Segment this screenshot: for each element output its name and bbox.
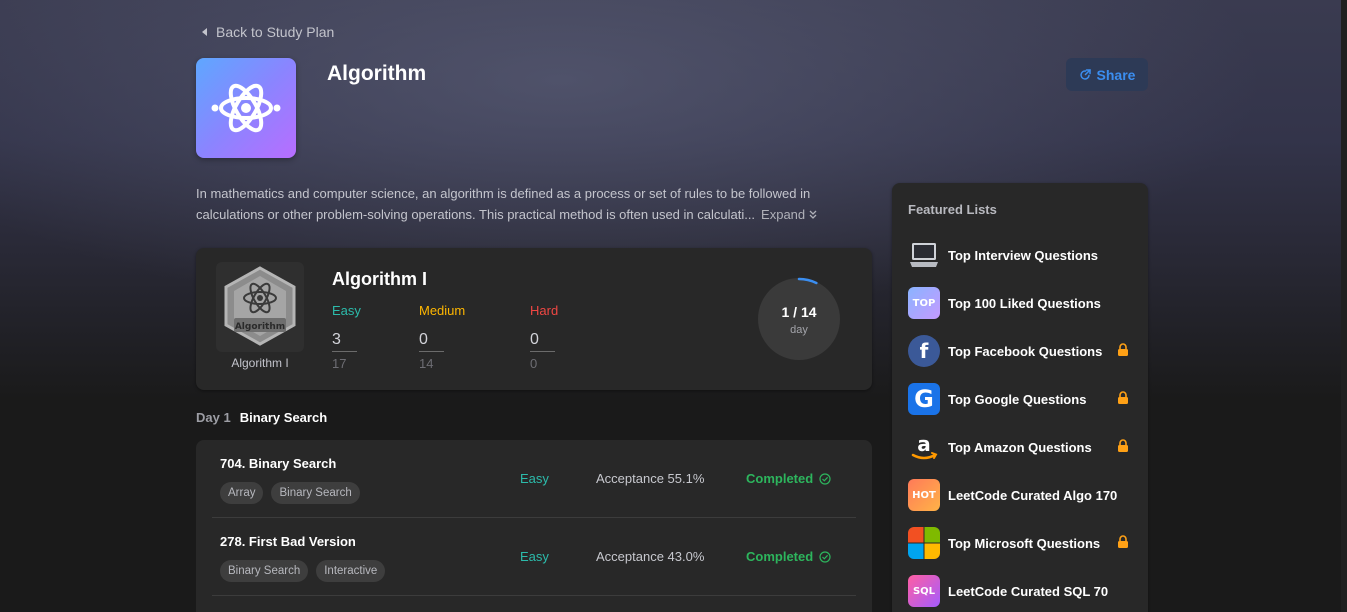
- microsoft-icon: [908, 527, 940, 559]
- plan-progress-card: Algorithm Algorithm I Algorithm I Easy 3…: [196, 248, 872, 390]
- lock-icon: [1118, 535, 1128, 548]
- featured-lists-title: Featured Lists: [908, 202, 997, 217]
- svg-text:a: a: [917, 432, 931, 456]
- question-difficulty: Easy: [520, 549, 549, 564]
- question-row[interactable]: 278. First Bad Version Binary Search Int…: [212, 518, 856, 596]
- featured-item-top-interview[interactable]: Top Interview Questions: [908, 231, 1138, 279]
- status-label: Completed: [746, 549, 814, 564]
- medium-stat: Medium 0 14: [419, 303, 466, 371]
- featured-item-curated-algo-170[interactable]: HOT LeetCode Curated Algo 170: [908, 471, 1138, 519]
- question-tags: Array Binary Search: [220, 482, 360, 504]
- hard-done: 0: [530, 331, 555, 352]
- easy-label: Easy: [332, 303, 361, 318]
- easy-total: 17: [332, 356, 347, 371]
- share-button[interactable]: Share: [1066, 58, 1148, 91]
- featured-item-label: Top Microsoft Questions: [948, 535, 1101, 551]
- featured-item-curated-sql-70[interactable]: SQL LeetCode Curated SQL 70: [908, 567, 1138, 612]
- google-icon: G: [908, 383, 940, 415]
- hard-stat: Hard 0 0: [530, 303, 559, 371]
- featured-list: Top Interview Questions TOP Top 100 Like…: [908, 231, 1138, 612]
- featured-item-label: Top Google Questions: [948, 391, 1087, 407]
- tag-chip[interactable]: Binary Search: [271, 482, 360, 504]
- progress-label: 1 / 14: [781, 304, 817, 320]
- amazon-icon: a: [908, 431, 940, 463]
- featured-item-label: Top 100 Liked Questions: [948, 295, 1101, 311]
- featured-item-top-amazon[interactable]: a Top Amazon Questions: [908, 423, 1138, 471]
- lock-icon: [1118, 343, 1128, 356]
- badge-icon: Algorithm: [216, 262, 304, 352]
- hard-label: Hard: [530, 303, 559, 318]
- plan-description: In mathematics and computer science, an …: [196, 183, 866, 225]
- facebook-icon: f: [908, 335, 940, 367]
- featured-item-top-facebook[interactable]: f Top Facebook Questions: [908, 327, 1138, 375]
- question-status: Completed: [746, 549, 831, 564]
- medium-done: 0: [419, 331, 444, 352]
- status-label: Completed: [746, 471, 814, 486]
- day-progress-ring: 1 / 14 day: [757, 277, 841, 361]
- lock-icon: [1118, 439, 1128, 452]
- share-icon: [1079, 68, 1091, 80]
- lock-icon: [1118, 391, 1128, 404]
- day-heading: Day 1 Binary Search: [196, 410, 327, 425]
- back-to-study-plan-link[interactable]: Back to Study Plan: [196, 24, 334, 40]
- question-title[interactable]: 278. First Bad Version: [220, 534, 356, 549]
- back-link-label: Back to Study Plan: [216, 24, 335, 40]
- easy-stat: Easy 3 17: [332, 303, 361, 371]
- featured-item-top-google[interactable]: G Top Google Questions: [908, 375, 1138, 423]
- check-circle-icon: [819, 550, 831, 563]
- scrollbar[interactable]: [1341, 0, 1347, 612]
- tag-chip[interactable]: Binary Search: [220, 560, 309, 582]
- badge-caption: Algorithm I: [231, 356, 289, 370]
- medium-total: 14: [419, 356, 434, 371]
- card-title: Algorithm I: [332, 269, 427, 289]
- hot-icon: HOT: [908, 479, 940, 511]
- day-topic: Binary Search: [239, 410, 328, 425]
- featured-item-top-microsoft[interactable]: Top Microsoft Questions: [908, 519, 1138, 567]
- featured-item-label: LeetCode Curated Algo 170: [948, 487, 1118, 503]
- check-circle-icon: [819, 472, 831, 485]
- easy-done: 3: [332, 331, 357, 352]
- algorithm-badge[interactable]: Algorithm: [216, 262, 304, 352]
- atom-icon: [211, 83, 281, 133]
- svg-text:Algorithm: Algorithm: [235, 322, 285, 332]
- description-text: In mathematics and computer science, an …: [196, 186, 811, 222]
- caret-left-icon: [202, 28, 207, 36]
- featured-item-label: Top Interview Questions: [948, 247, 1099, 263]
- medium-label: Medium: [419, 303, 466, 318]
- featured-item-label: Top Amazon Questions: [948, 439, 1092, 455]
- featured-item-label: LeetCode Curated SQL 70: [948, 583, 1109, 599]
- page-title: Algorithm: [327, 62, 427, 85]
- question-status: Completed: [746, 471, 831, 486]
- expand-label: Expand: [761, 207, 806, 222]
- expand-link[interactable]: Expand: [761, 207, 817, 222]
- question-acceptance: Acceptance 43.0%: [596, 549, 705, 564]
- day-label: Day 1: [196, 410, 231, 425]
- featured-item-top-100-liked[interactable]: TOP Top 100 Liked Questions: [908, 279, 1138, 327]
- chevron-double-down-icon: [809, 210, 817, 219]
- question-difficulty: Easy: [520, 471, 549, 486]
- question-tags: Binary Search Interactive: [220, 560, 386, 582]
- tag-chip[interactable]: Array: [220, 482, 264, 504]
- featured-lists-panel: Featured Lists Top Interview Questions T…: [892, 183, 1148, 612]
- tag-chip[interactable]: Interactive: [316, 560, 386, 582]
- plan-icon: [196, 58, 296, 158]
- hard-total: 0: [530, 356, 538, 371]
- featured-item-label: Top Facebook Questions: [948, 343, 1103, 359]
- question-list: 704. Binary Search Array Binary Search E…: [196, 440, 872, 612]
- study-plan-page: Back to Study Plan Algorithm Share In ma…: [196, 0, 1148, 612]
- top-icon: TOP: [908, 287, 940, 319]
- question-row[interactable]: 704. Binary Search Array Binary Search E…: [212, 440, 856, 518]
- question-title[interactable]: 704. Binary Search: [220, 456, 336, 471]
- question-acceptance: Acceptance 55.1%: [596, 471, 705, 486]
- sql-icon: SQL: [908, 575, 940, 607]
- share-label: Share: [1096, 66, 1136, 83]
- progress-sub: day: [790, 324, 808, 336]
- laptop-icon: [908, 239, 940, 271]
